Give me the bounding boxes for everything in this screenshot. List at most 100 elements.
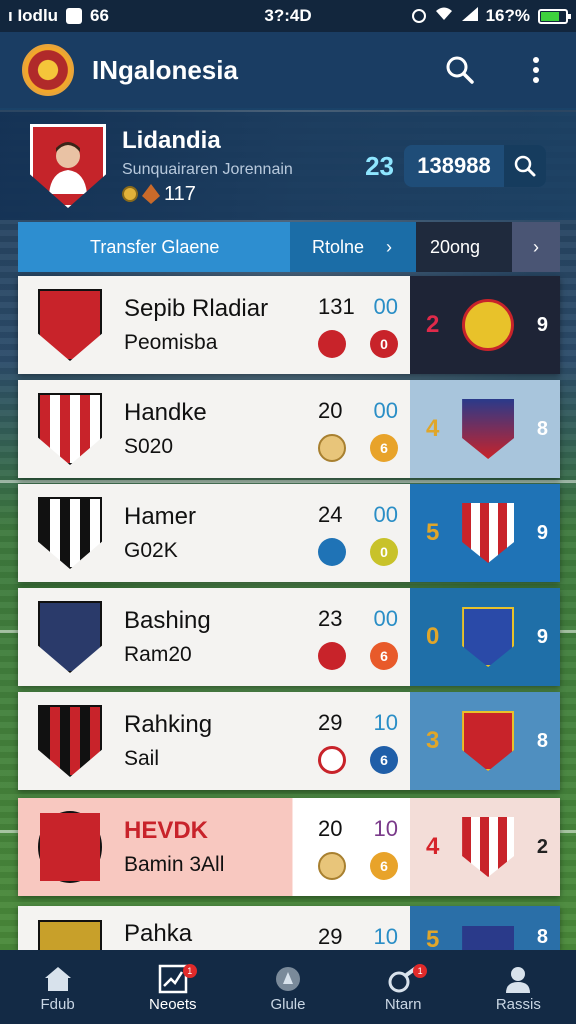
- row-badge: 6: [370, 434, 398, 462]
- list-item[interactable]: Sepib Rladiar Peomisba 131 00 0 2 9: [18, 276, 560, 374]
- list-item[interactable]: Bashing Ram20 23 00 6 0 9: [18, 588, 560, 686]
- row-stat: 29: [318, 710, 343, 735]
- club-mini-icon: [318, 642, 346, 670]
- row-count: 8: [536, 926, 548, 948]
- row-stat-secondary: 10: [373, 816, 398, 841]
- tab-20ong[interactable]: 20ong ›: [416, 222, 560, 272]
- ring-icon: [318, 746, 346, 774]
- row-count: 8: [536, 417, 548, 440]
- row-subtitle: S020: [124, 435, 174, 458]
- row-name: Handke: [124, 399, 207, 426]
- tabs-bar: Transfer Glaene Rtolne › 20ong ›: [18, 222, 560, 272]
- row-stat-secondary: 00: [373, 398, 398, 423]
- list-item[interactable]: Rahking Sail 29 10 6 3 8: [18, 692, 560, 790]
- club-badge-icon: [462, 711, 515, 771]
- battery-icon: [538, 8, 571, 24]
- row-stat-secondary: 00: [373, 294, 398, 319]
- player-crest-icon: [38, 601, 102, 673]
- battery-label: 16?%: [485, 6, 530, 25]
- tab-label: Rtolne: [312, 236, 365, 257]
- row-rank: 0: [426, 623, 440, 650]
- profile-name: Lidandia: [122, 126, 221, 154]
- club-logo-icon[interactable]: [22, 44, 74, 96]
- row-badge: 6: [370, 746, 398, 774]
- row-count: 9: [536, 625, 548, 648]
- person-icon: [503, 962, 533, 996]
- list-item[interactable]: Hamer G02K 24 00 0 5 9: [18, 484, 560, 582]
- app-title: INgalonesia: [92, 54, 238, 85]
- row-subtitle: Ram20: [124, 643, 192, 666]
- club-crest-icon: [38, 497, 102, 569]
- row-subtitle: Sail: [124, 747, 160, 770]
- more-menu-icon[interactable]: [518, 52, 554, 88]
- row-subtitle: Bamin 3All: [124, 853, 225, 876]
- status-bar: ı Iodlu 66 3?:4D 16?%: [0, 0, 576, 32]
- chevron-right-icon[interactable]: ›: [512, 222, 560, 272]
- row-stat: 131: [318, 294, 355, 319]
- app-indicator: 66: [90, 6, 109, 25]
- row-name: Hamer: [124, 503, 197, 530]
- row-right: 4 8: [410, 380, 560, 478]
- nav-item-stats[interactable]: 1 Neoets: [123, 962, 223, 1013]
- row-right: 0 9: [410, 588, 560, 686]
- row-count: 2: [536, 835, 548, 858]
- profile-subtitle: Sunquairaren Jorennain: [122, 160, 293, 178]
- row-right: 3 8: [410, 692, 560, 790]
- bottom-nav: Fdub 1 Neoets Glule 1 Ntarn Rassis: [0, 950, 576, 1024]
- row-stat: 20: [318, 816, 343, 841]
- row-rank: 5: [426, 519, 440, 546]
- player-crest-icon: [38, 289, 102, 361]
- row-right: 2 9: [410, 276, 560, 374]
- nav-item-whistle[interactable]: 1 Ntarn: [353, 962, 453, 1013]
- club-badge-icon: [462, 817, 515, 877]
- club-badge-icon: [462, 299, 515, 351]
- notification-badge: 1: [182, 963, 197, 978]
- medal-icon: [318, 434, 346, 462]
- profile-score: 117: [164, 182, 196, 205]
- list-item[interactable]: Handke S020 20 00 6 4 8: [18, 380, 560, 478]
- search-icon[interactable]: [442, 52, 478, 88]
- club-badge-icon: [462, 503, 515, 563]
- flame-icon: [142, 184, 160, 204]
- row-badge: 6: [370, 852, 398, 880]
- club-badge-icon: [462, 926, 515, 950]
- signal-icon: [461, 6, 478, 26]
- row-badge: 0: [370, 330, 398, 358]
- profile-count: 23: [365, 150, 394, 181]
- tab-rtolne[interactable]: Rtolne ›: [290, 222, 416, 272]
- club-badge-icon: [462, 607, 515, 667]
- row-name: Pahka: [124, 920, 193, 947]
- tab-label: Transfer Glaene: [90, 236, 220, 257]
- list-item[interactable]: HEVDK Bamin 3All 20 10 6 4 2: [18, 798, 560, 896]
- notification-icon: [66, 8, 83, 24]
- list-item[interactable]: Pahka 29 10 5 8: [18, 906, 560, 950]
- row-count: 8: [536, 729, 548, 752]
- mouth-icon: [318, 330, 346, 358]
- search-field[interactable]: 138988: [404, 145, 546, 187]
- row-stat: 23: [318, 606, 343, 631]
- row-subtitle: G02K: [124, 539, 178, 562]
- row-count: 9: [536, 521, 548, 544]
- club-crest-icon: [38, 705, 102, 777]
- row-name: HEVDK: [124, 817, 209, 844]
- nav-item-profile[interactable]: Rassis: [468, 962, 568, 1013]
- search-button-icon[interactable]: [504, 145, 546, 187]
- row-rank: 4: [426, 833, 440, 860]
- row-rank: 4: [426, 415, 440, 442]
- tab-transfer[interactable]: Transfer Glaene: [18, 222, 290, 272]
- avatar[interactable]: [30, 124, 106, 208]
- nav-item-globe[interactable]: Glule: [238, 962, 338, 1013]
- row-right: 4 2: [410, 798, 560, 896]
- home-icon: [43, 962, 73, 996]
- notification-badge: 1: [413, 963, 428, 978]
- row-name: Rahking: [124, 711, 213, 738]
- row-name: Bashing: [124, 607, 211, 634]
- player-crest-icon: [38, 811, 102, 883]
- carrier-label: ı Iodlu: [8, 6, 59, 25]
- app-bar: INgalonesia: [0, 32, 576, 108]
- row-stat-secondary: 10: [373, 710, 398, 735]
- pitch-line: [0, 480, 576, 483]
- row-right: 5 8: [410, 906, 560, 950]
- nav-item-home[interactable]: Fdub: [8, 962, 108, 1013]
- nav-label: Rassis: [495, 995, 541, 1013]
